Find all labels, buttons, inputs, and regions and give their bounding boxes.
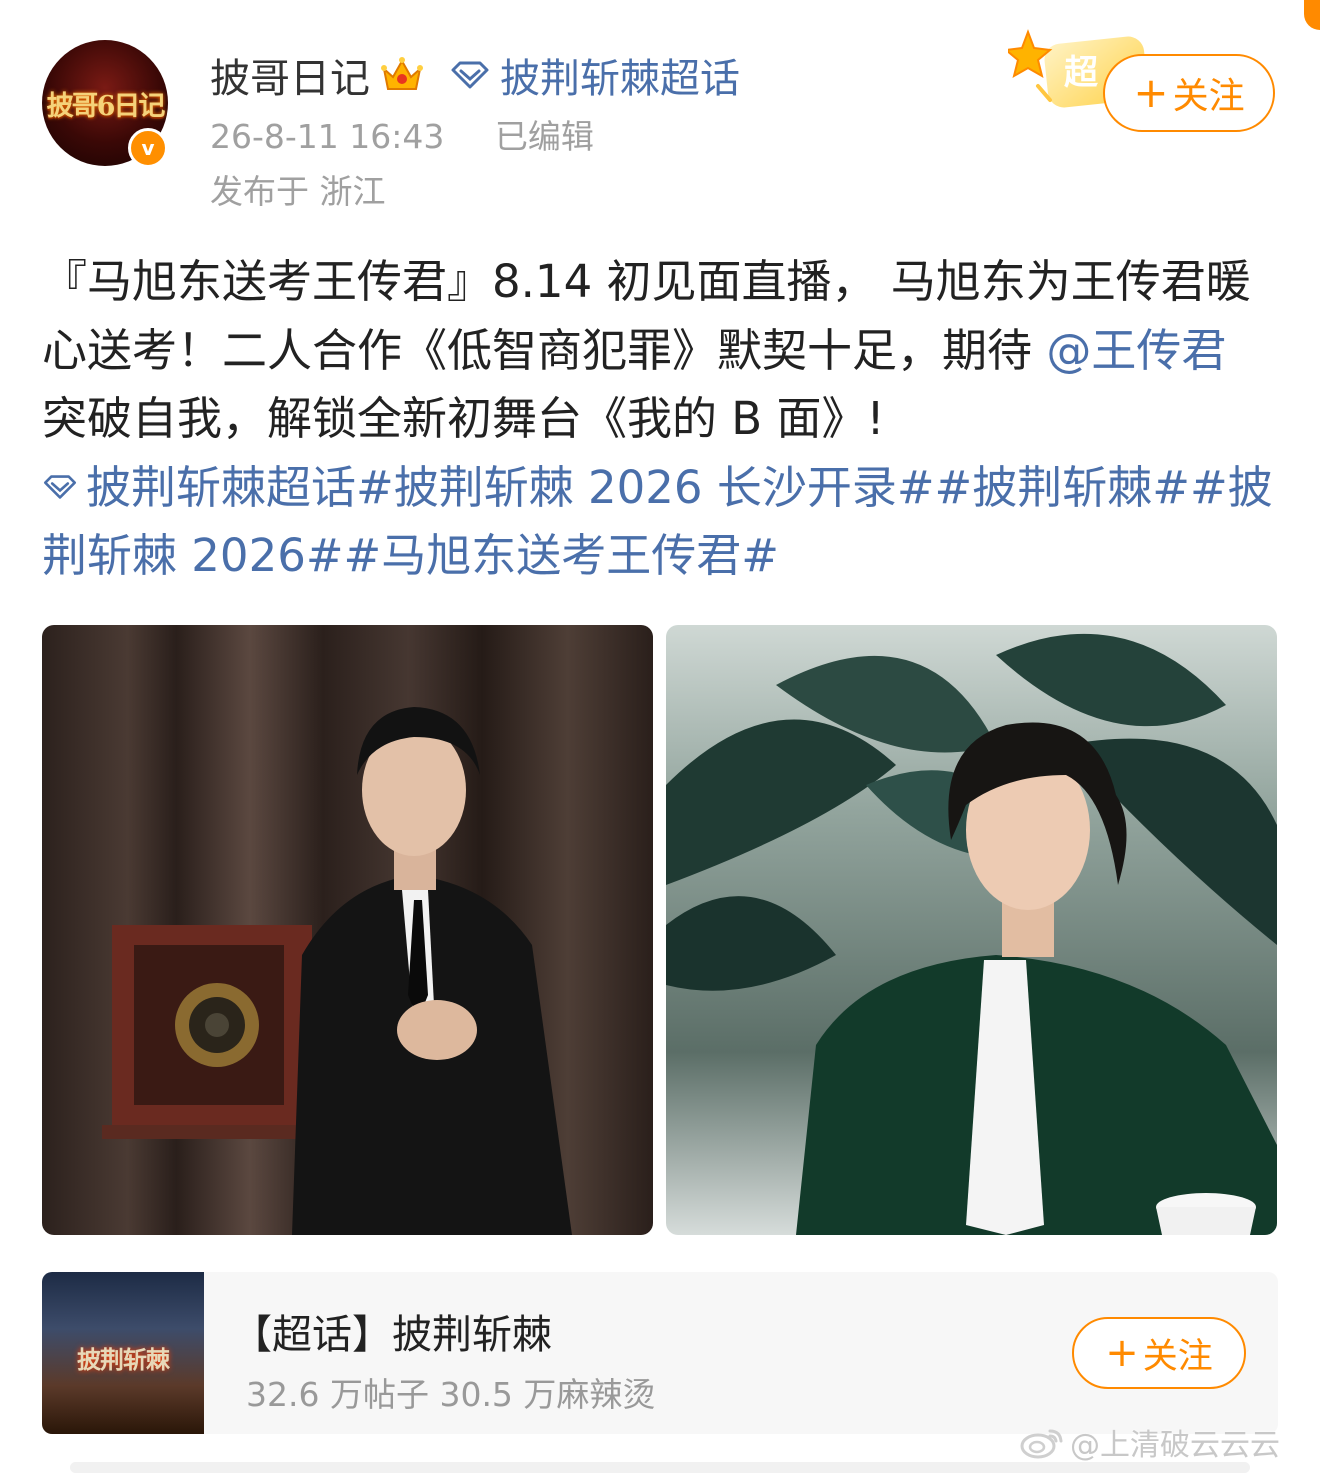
crown-icon <box>381 57 423 90</box>
post-timestamp: 26-8-11 16:43 <box>210 117 445 156</box>
post-image-2[interactable] <box>666 625 1277 1235</box>
supertopic-card[interactable]: 披荆斩棘 【超话】披荆斩棘 32.6 万帖子 30.5 万麻辣烫 + 关注 <box>42 1272 1278 1434</box>
supertopic-thumbnail[interactable]: 披荆斩棘 <box>42 1272 204 1434</box>
follow-button[interactable]: + 关注 <box>1103 54 1275 132</box>
weibo-watermark: @上清破云云云 <box>1020 1420 1280 1464</box>
top-edge-accent <box>1304 0 1320 30</box>
plus-icon: + <box>1133 68 1169 117</box>
diamond-icon <box>43 474 77 499</box>
hashtags-text[interactable]: 披荆斩棘超话#披荆斩棘 2026 长沙开录##披荆斩棘##披荆斩棘 2026##… <box>42 461 1273 583</box>
supertopic-follow-label: 关注 <box>1142 1336 1213 1377</box>
author-name-row[interactable]: 披哥日记 <box>210 46 424 104</box>
man-in-suit-photo-icon <box>102 707 572 1235</box>
man-in-green-shirt-photo-icon <box>666 633 1277 1235</box>
post-location: 发布于 浙江 <box>210 172 386 211</box>
supertopic-card-title[interactable]: 【超话】披荆斩棘 <box>232 1302 552 1360</box>
verified-badge-icon: v <box>128 128 168 168</box>
plus-icon: + <box>1105 1330 1139 1376</box>
supertopic-follow-button[interactable]: + 关注 <box>1072 1317 1246 1389</box>
supertopic-link[interactable]: 披荆斩棘超话 <box>450 46 740 104</box>
follow-button-label: 关注 <box>1172 76 1245 117</box>
bottom-divider <box>70 1462 1250 1473</box>
author-name[interactable]: 披哥日记 <box>210 46 370 104</box>
diamond-icon <box>451 61 489 89</box>
supertopic-thumbnail-logo: 披荆斩棘 <box>77 1345 170 1374</box>
mention-link[interactable]: @王传君 <box>1046 324 1226 377</box>
post-meta: 26-8-11 16:43 已编辑 <box>210 110 594 158</box>
watermark-text: @上清破云云云 <box>1070 1428 1280 1463</box>
post-image-1[interactable] <box>42 625 653 1235</box>
edited-label[interactable]: 已编辑 <box>495 117 594 156</box>
weibo-logo-icon <box>1020 1429 1063 1459</box>
supertopic-link-label[interactable]: 披荆斩棘超话 <box>500 46 740 104</box>
avatar-logo-text: 披哥6日记 <box>46 91 166 122</box>
hashtag-links[interactable]: 披荆斩棘超话#披荆斩棘 2026 长沙开录##披荆斩棘##披荆斩棘 2026##… <box>42 461 1273 583</box>
supertopic-badge-text: 超 <box>1064 53 1099 93</box>
post-text-part2: 突破自我，解锁全新初舞台《我的 B 面》! <box>42 392 885 445</box>
post-body: 『马旭东送考王传君』8.14 初见面直播， 马旭东为王传君暖心送考！二人合作《低… <box>42 248 1282 591</box>
supertopic-card-stats: 32.6 万帖子 30.5 万麻辣烫 <box>246 1375 656 1414</box>
